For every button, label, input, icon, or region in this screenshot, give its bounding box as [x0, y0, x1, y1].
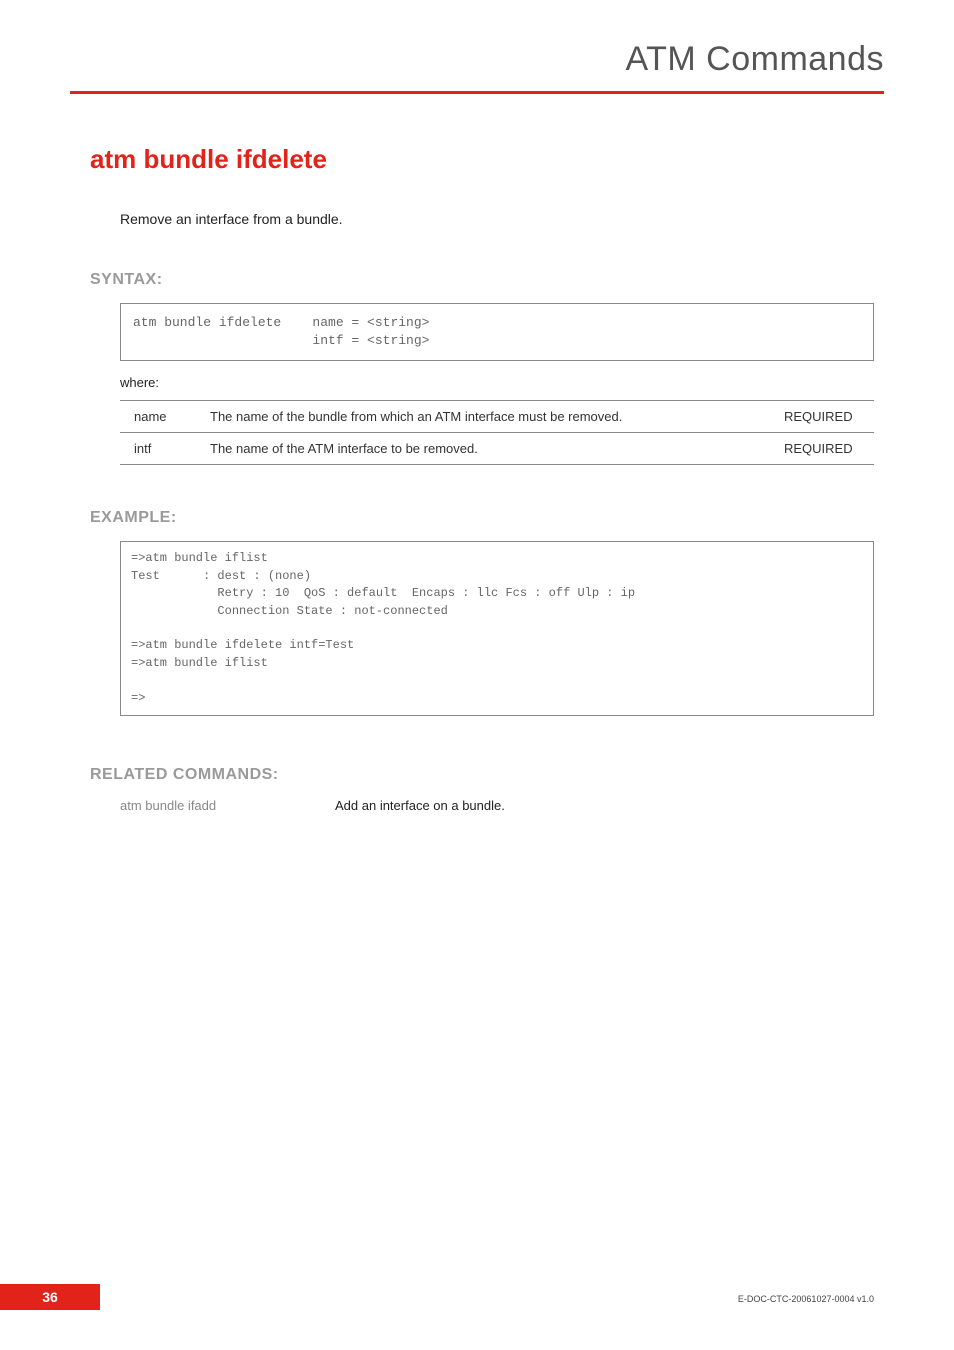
- page-header: ATM Commands: [0, 0, 954, 91]
- doc-code: E-DOC-CTC-20061027-0004 v1.0: [738, 1294, 874, 1304]
- related-block: atm bundle ifadd Add an interface on a b…: [120, 798, 874, 813]
- param-req: REQUIRED: [774, 433, 874, 465]
- command-title: atm bundle ifdelete: [90, 144, 874, 175]
- param-req: REQUIRED: [774, 401, 874, 433]
- param-desc: The name of the bundle from which an ATM…: [200, 401, 774, 433]
- related-description: Add an interface on a bundle.: [335, 798, 505, 813]
- syntax-where: where:: [120, 375, 874, 390]
- table-row: intf The name of the ATM interface to be…: [120, 433, 874, 465]
- param-name: name: [120, 401, 200, 433]
- syntax-code: atm bundle ifdelete name = <string> intf…: [120, 303, 874, 361]
- page-header-title: ATM Commands: [0, 40, 884, 79]
- command-description: Remove an interface from a bundle.: [120, 211, 874, 227]
- syntax-label: SYNTAX:: [90, 271, 874, 289]
- footer: 36 E-DOC-CTC-20061027-0004 v1.0: [0, 1284, 954, 1310]
- content: atm bundle ifdelete Remove an interface …: [0, 94, 954, 813]
- related-label: RELATED COMMANDS:: [90, 766, 874, 784]
- example-code: =>atm bundle iflist Test : dest : (none)…: [120, 541, 874, 716]
- param-name: intf: [120, 433, 200, 465]
- table-row: name The name of the bundle from which a…: [120, 401, 874, 433]
- example-label: EXAMPLE:: [90, 509, 874, 527]
- related-command: atm bundle ifadd: [120, 798, 335, 813]
- related-row: atm bundle ifadd Add an interface on a b…: [120, 798, 874, 813]
- page-number: 36: [0, 1284, 100, 1310]
- param-table: name The name of the bundle from which a…: [120, 400, 874, 465]
- param-desc: The name of the ATM interface to be remo…: [200, 433, 774, 465]
